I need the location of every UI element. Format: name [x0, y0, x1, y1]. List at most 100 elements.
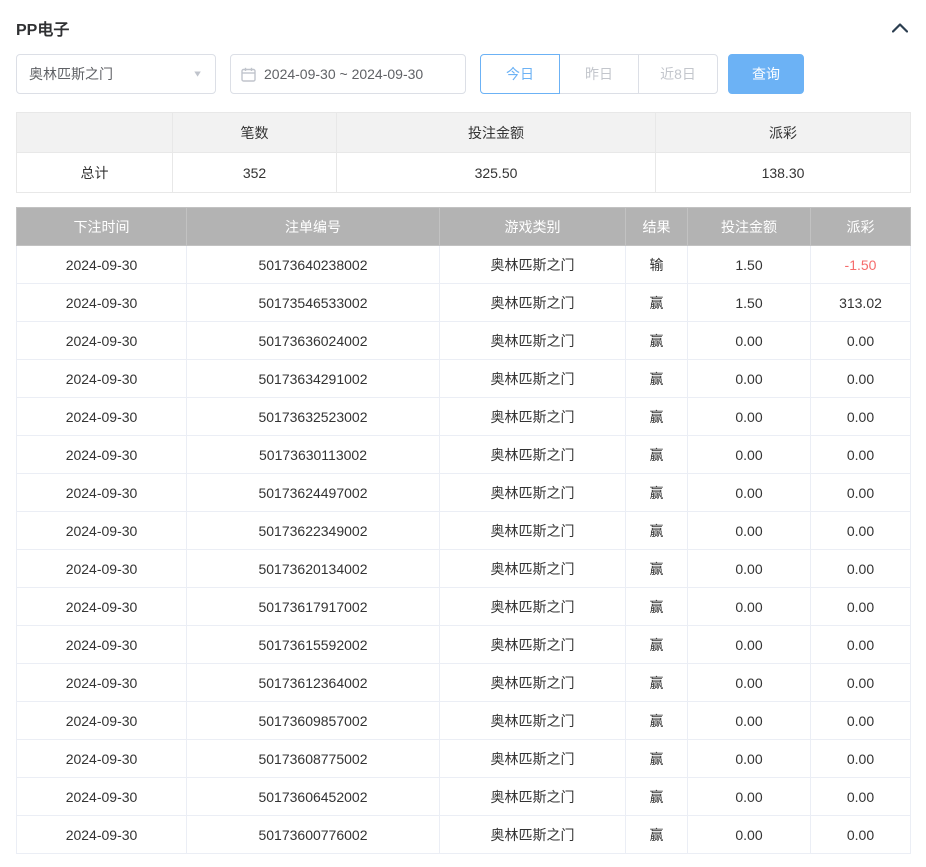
table-row: 2024-09-3050173609857002奥林匹斯之门赢0.000.00	[17, 702, 911, 740]
payout-cell: -1.50	[811, 246, 911, 284]
payout-cell: 0.00	[811, 398, 911, 436]
bet-amount-cell: 0.00	[688, 664, 811, 702]
table-row: 2024-09-3050173608775002奥林匹斯之门赢0.000.00	[17, 740, 911, 778]
table-row: 2024-09-3050173632523002奥林匹斯之门赢0.000.00	[17, 398, 911, 436]
bet-table-header-row: 下注时间 注单编号 游戏类别 结果 投注金额 派彩	[17, 208, 911, 246]
result-cell: 赢	[626, 702, 688, 740]
result-cell: 赢	[626, 588, 688, 626]
quick-btn-yesterday[interactable]: 昨日	[559, 54, 639, 94]
result-cell: 赢	[626, 816, 688, 854]
chevron-up-icon	[892, 23, 908, 33]
col-header-bet-time: 下注时间	[17, 208, 187, 246]
result-cell: 赢	[626, 740, 688, 778]
col-header-game-category: 游戏类别	[440, 208, 626, 246]
result-cell: 赢	[626, 664, 688, 702]
result-cell: 赢	[626, 474, 688, 512]
order-id-cell: 50173632523002	[187, 398, 440, 436]
payout-cell: 0.00	[811, 664, 911, 702]
query-button[interactable]: 查询	[728, 54, 804, 94]
date-range-value: 2024-09-30 ~ 2024-09-30	[264, 66, 423, 82]
game-category-cell: 奥林匹斯之门	[440, 398, 626, 436]
payout-cell: 0.00	[811, 512, 911, 550]
game-category-cell: 奥林匹斯之门	[440, 626, 626, 664]
panel-header: PP电子	[16, 12, 910, 44]
payout-cell: 0.00	[811, 550, 911, 588]
result-cell: 赢	[626, 322, 688, 360]
table-row: 2024-09-3050173624497002奥林匹斯之门赢0.000.00	[17, 474, 911, 512]
game-category-cell: 奥林匹斯之门	[440, 436, 626, 474]
bet-time-cell: 2024-09-30	[17, 816, 187, 854]
bet-time-cell: 2024-09-30	[17, 588, 187, 626]
order-id-cell: 50173600776002	[187, 816, 440, 854]
payout-cell: 0.00	[811, 626, 911, 664]
table-row: 2024-09-3050173546533002奥林匹斯之门赢1.50313.0…	[17, 284, 911, 322]
game-category-cell: 奥林匹斯之门	[440, 588, 626, 626]
col-header-result: 结果	[626, 208, 688, 246]
order-id-cell: 50173612364002	[187, 664, 440, 702]
bet-time-cell: 2024-09-30	[17, 778, 187, 816]
bet-time-cell: 2024-09-30	[17, 664, 187, 702]
payout-cell: 0.00	[811, 322, 911, 360]
game-category-cell: 奥林匹斯之门	[440, 664, 626, 702]
bet-time-cell: 2024-09-30	[17, 284, 187, 322]
payout-cell: 313.02	[811, 284, 911, 322]
bet-amount-cell: 0.00	[688, 474, 811, 512]
order-id-cell: 50173617917002	[187, 588, 440, 626]
order-id-cell: 50173636024002	[187, 322, 440, 360]
table-row: 2024-09-3050173640238002奥林匹斯之门输1.50-1.50	[17, 246, 911, 284]
bet-time-cell: 2024-09-30	[17, 322, 187, 360]
game-select[interactable]: 奥林匹斯之门 ▼	[16, 54, 216, 94]
result-cell: 输	[626, 246, 688, 284]
bet-amount-cell: 0.00	[688, 702, 811, 740]
game-category-cell: 奥林匹斯之门	[440, 740, 626, 778]
result-cell: 赢	[626, 778, 688, 816]
payout-cell: 0.00	[811, 360, 911, 398]
bet-time-cell: 2024-09-30	[17, 702, 187, 740]
bet-amount-cell: 1.50	[688, 284, 811, 322]
bet-amount-cell: 0.00	[688, 740, 811, 778]
summary-header-blank	[17, 113, 173, 153]
quick-btn-last-8-days[interactable]: 近8日	[638, 54, 718, 94]
payout-cell: 0.00	[811, 778, 911, 816]
bet-time-cell: 2024-09-30	[17, 360, 187, 398]
date-range-picker[interactable]: 2024-09-30 ~ 2024-09-30	[230, 54, 466, 94]
payout-cell: 0.00	[811, 588, 911, 626]
quick-date-group: 今日 昨日 近8日	[480, 54, 718, 94]
result-cell: 赢	[626, 550, 688, 588]
order-id-cell: 50173620134002	[187, 550, 440, 588]
bet-amount-cell: 0.00	[688, 398, 811, 436]
bet-time-cell: 2024-09-30	[17, 626, 187, 664]
order-id-cell: 50173608775002	[187, 740, 440, 778]
bet-amount-cell: 0.00	[688, 322, 811, 360]
calendar-icon	[241, 67, 256, 82]
summary-header-bet-amount: 投注金额	[337, 113, 656, 153]
bet-amount-cell: 0.00	[688, 550, 811, 588]
game-category-cell: 奥林匹斯之门	[440, 512, 626, 550]
order-id-cell: 50173615592002	[187, 626, 440, 664]
order-id-cell: 50173606452002	[187, 778, 440, 816]
table-row: 2024-09-3050173615592002奥林匹斯之门赢0.000.00	[17, 626, 911, 664]
result-cell: 赢	[626, 436, 688, 474]
game-category-cell: 奥林匹斯之门	[440, 322, 626, 360]
bet-amount-cell: 0.00	[688, 778, 811, 816]
bet-amount-cell: 0.00	[688, 512, 811, 550]
bet-time-cell: 2024-09-30	[17, 246, 187, 284]
bet-amount-cell: 0.00	[688, 816, 811, 854]
quick-btn-today[interactable]: 今日	[480, 54, 560, 94]
bet-amount-cell: 1.50	[688, 246, 811, 284]
col-header-order-id: 注单编号	[187, 208, 440, 246]
game-category-cell: 奥林匹斯之门	[440, 360, 626, 398]
bet-time-cell: 2024-09-30	[17, 398, 187, 436]
table-row: 2024-09-3050173620134002奥林匹斯之门赢0.000.00	[17, 550, 911, 588]
bet-time-cell: 2024-09-30	[17, 740, 187, 778]
bet-amount-cell: 0.00	[688, 588, 811, 626]
payout-cell: 0.00	[811, 436, 911, 474]
bet-amount-cell: 0.00	[688, 360, 811, 398]
table-row: 2024-09-3050173606452002奥林匹斯之门赢0.000.00	[17, 778, 911, 816]
bet-time-cell: 2024-09-30	[17, 474, 187, 512]
summary-header-row: 笔数 投注金额 派彩	[17, 113, 911, 153]
bet-amount-cell: 0.00	[688, 436, 811, 474]
collapse-button[interactable]	[890, 21, 910, 35]
bet-time-cell: 2024-09-30	[17, 550, 187, 588]
summary-total-label: 总计	[17, 153, 173, 193]
